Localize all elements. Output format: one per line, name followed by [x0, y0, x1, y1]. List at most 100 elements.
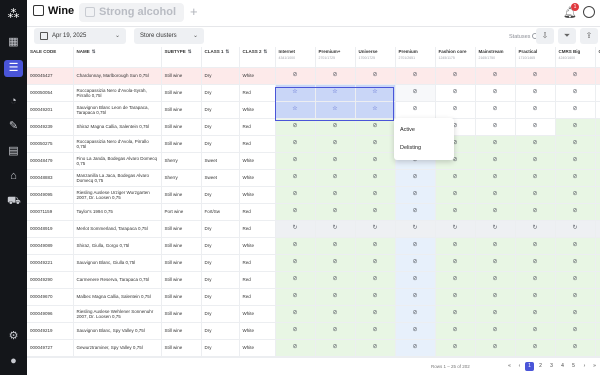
cluster-status-cell[interactable]: ⊘ [515, 135, 556, 153]
filter-button[interactable]: ⏷ [558, 28, 576, 44]
cluster-status-cell[interactable]: ⊘ [595, 186, 600, 204]
cluster-status-cell[interactable]: ⊘ [315, 152, 356, 170]
tab-strong-alcohol[interactable]: Strong alcohol [79, 3, 184, 22]
cluster-status-cell[interactable]: ⊘ [555, 339, 596, 357]
cluster-status-cell[interactable]: ⊘ [395, 254, 436, 272]
col-name[interactable]: NAME ⇅ [73, 47, 162, 68]
cluster-status-cell[interactable]: ⊘ [555, 254, 596, 272]
cluster-status-cell[interactable]: ⊘ [595, 271, 600, 289]
cluster-status-cell[interactable]: ⊘ [355, 203, 396, 221]
cluster-status-cell[interactable]: ⊘ [555, 322, 596, 340]
cluster-status-cell[interactable]: ⊘ [395, 237, 436, 255]
table-row[interactable]: 000049096 Riesling Auslese Wehlener Sonne… [27, 305, 600, 323]
col-cluster[interactable]: Practical 1710/1465 [515, 47, 556, 68]
cluster-status-cell[interactable]: ⊘ [595, 67, 600, 85]
cluster-status-cell[interactable]: ⊘ [515, 203, 556, 221]
cluster-status-cell[interactable]: ⊘ [475, 186, 516, 204]
table-row[interactable]: 000049219 Sauvignon Blanc, Spy Valley 0,7… [27, 322, 600, 340]
cluster-status-cell[interactable]: ⊘ [475, 237, 516, 255]
cluster-status-cell[interactable]: ⊘ [355, 186, 396, 204]
cluster-status-cell[interactable]: ⊘ [395, 322, 436, 340]
cluster-status-cell[interactable]: ⊘ [515, 84, 556, 102]
cluster-status-cell[interactable]: ⊘ [515, 288, 556, 306]
col-class-1[interactable]: CLASS 1 ⇅ [201, 47, 240, 68]
cluster-status-cell[interactable]: ⊘ [435, 84, 476, 102]
table-row[interactable]: 000071159 Taylor's 1994 0,75 Port wine Fort… [27, 203, 600, 221]
cluster-status-cell[interactable]: ⊘ [475, 101, 516, 119]
cluster-status-cell[interactable]: ⊘ [355, 135, 396, 153]
cluster-status-cell[interactable]: ⊘ [515, 67, 556, 85]
cluster-status-cell[interactable]: ⊘ [595, 152, 600, 170]
col-cluster[interactable]: Mainstream 2165/1750 [475, 47, 516, 68]
grid-icon[interactable]: ▦ [7, 36, 20, 49]
cluster-status-cell[interactable]: ⊘ [275, 135, 316, 153]
cluster-status-cell[interactable]: ⊘ [355, 305, 396, 323]
cluster-status-cell[interactable]: ⊘ [475, 169, 516, 187]
cluster-status-cell[interactable]: ⊘ [395, 186, 436, 204]
cluster-status-cell[interactable]: ⊘ [475, 339, 516, 357]
download-button[interactable]: ⇩ [536, 28, 554, 44]
cluster-status-cell[interactable]: ⊘ [475, 254, 516, 272]
gear-icon[interactable]: ⚙ [7, 330, 20, 343]
cluster-status-cell[interactable]: ⊘ [435, 203, 476, 221]
logo-icon[interactable]: ⁂ [7, 8, 20, 21]
col-cluster[interactable]: Fashion core 1245/1175 [435, 47, 476, 68]
cluster-status-cell[interactable]: ⊘ [435, 67, 476, 85]
cluster-status-cell[interactable]: ⊘ [275, 322, 316, 340]
cluster-status-cell[interactable]: ⊘ [435, 186, 476, 204]
cluster-status-cell[interactable]: ⊘ [435, 339, 476, 357]
cluster-status-cell[interactable]: ⊘ [595, 339, 600, 357]
col-subtype[interactable]: SUBTYPE ⇅ [161, 47, 202, 68]
table-row[interactable]: 000049290 Carmenere Reserva, Tarapaca 0,7… [27, 271, 600, 289]
cluster-status-cell[interactable]: ⊘ [555, 84, 596, 102]
cluster-status-cell[interactable]: ⊘ [595, 254, 600, 272]
cluster-status-cell[interactable]: ⊘ [555, 135, 596, 153]
cluster-status-cell[interactable]: ⊘ [475, 118, 516, 136]
cluster-status-cell[interactable]: ⊘ [315, 67, 356, 85]
cluster-status-cell[interactable]: ⊘ [275, 254, 316, 272]
cluster-status-cell[interactable]: ☆ [355, 101, 396, 119]
table-row[interactable]: 000049239 Shiraz Magna Callia, Salentein … [27, 118, 600, 136]
cluster-status-cell[interactable]: ⊘ [435, 288, 476, 306]
page-button[interactable]: 5 [569, 362, 578, 371]
last-page-icon[interactable]: » [590, 362, 599, 371]
next-page-icon[interactable]: › [580, 362, 589, 371]
page-button[interactable]: 3 [547, 362, 556, 371]
cluster-status-cell[interactable]: ⊘ [475, 152, 516, 170]
cluster-status-cell[interactable]: ↻ [395, 220, 436, 238]
cluster-status-cell[interactable]: ☆ [275, 84, 316, 102]
cluster-status-cell[interactable]: ☆ [275, 101, 316, 119]
cluster-status-cell[interactable]: ⊘ [555, 101, 596, 119]
col-cluster[interactable]: Universe 1700/1725 [355, 47, 396, 68]
cluster-status-cell[interactable]: ☆ [315, 101, 356, 119]
cluster-status-cell[interactable]: ⊘ [515, 186, 556, 204]
cluster-status-cell[interactable]: ⊘ [515, 254, 556, 272]
cluster-status-cell[interactable]: ⊘ [315, 186, 356, 204]
cluster-status-cell[interactable]: ⊘ [515, 339, 556, 357]
cluster-status-cell[interactable]: ⊘ [275, 118, 316, 136]
cluster-status-cell[interactable]: ⊘ [315, 118, 356, 136]
cluster-status-cell[interactable]: ⊘ [395, 169, 436, 187]
table-row[interactable]: 000049089 Shiraz, Giulla, Gorgo 0,75l Stil… [27, 237, 600, 255]
export-button[interactable]: ⇪ [580, 28, 598, 44]
cluster-status-cell[interactable]: ⊘ [395, 67, 436, 85]
page-button[interactable]: 2 [536, 362, 545, 371]
table-row[interactable]: 000048883 Manzanilla La Jaca, Bodegas Alv… [27, 169, 600, 187]
cluster-status-cell[interactable]: ⊘ [315, 339, 356, 357]
table-row[interactable]: 000049727 Gewurztraminer, Spy Valley 0,75… [27, 339, 600, 357]
menu-item-delisting[interactable]: Delisting [400, 145, 421, 151]
cluster-status-cell[interactable]: ⊘ [355, 169, 396, 187]
cluster-status-cell[interactable]: ⊘ [475, 322, 516, 340]
table-row[interactable]: 000049095 Riesling Auslese Urziger Wurzga… [27, 186, 600, 204]
cluster-status-cell[interactable]: ⊘ [595, 203, 600, 221]
cluster-status-cell[interactable]: ⊘ [315, 169, 356, 187]
date-picker[interactable]: Apr 19, 2025 ⌄ [34, 28, 126, 44]
cluster-status-cell[interactable]: ⊘ [595, 288, 600, 306]
cluster-status-cell[interactable]: ↻ [435, 220, 476, 238]
chart-icon[interactable]: ◔ [7, 95, 20, 108]
cluster-status-cell[interactable]: ⊘ [515, 101, 556, 119]
store-clusters-select[interactable]: Store clusters ⌄ [134, 28, 204, 44]
cluster-status-cell[interactable]: ⊘ [475, 135, 516, 153]
add-tab-button[interactable]: + [190, 4, 198, 19]
cluster-status-cell[interactable]: ⊘ [475, 271, 516, 289]
